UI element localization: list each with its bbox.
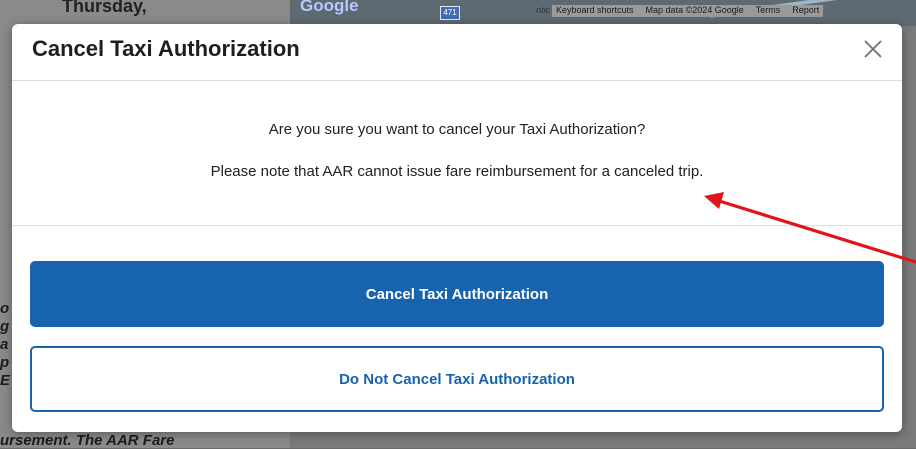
confirm-cancel-button[interactable]: Cancel Taxi Authorization <box>30 261 884 327</box>
dialog-body: Are you sure you want to cancel your Tax… <box>12 81 902 226</box>
confirmation-message: Are you sure you want to cancel your Tax… <box>268 121 646 138</box>
map-route-shield: 471 <box>440 6 460 20</box>
do-not-cancel-button[interactable]: Do Not Cancel Taxi Authorization <box>30 346 884 412</box>
map-data-label: Map data ©2024 Google <box>645 5 744 15</box>
background-bottom-text-fragment: ursement. The AAR Fare <box>0 432 175 449</box>
map-google-logo: Google <box>300 0 359 15</box>
map-keyboard-shortcuts-link[interactable]: Keyboard shortcuts <box>556 5 634 17</box>
reimbursement-note: Please note that AAR cannot issue fare r… <box>210 163 704 180</box>
cancel-taxi-authorization-dialog: Cancel Taxi Authorization Are you sure y… <box>12 24 902 432</box>
map-attribution: Keyboard shortcuts Map data ©2024 Google… <box>552 5 824 17</box>
map-attribution-prefix: ntic <box>536 5 551 15</box>
dialog-title: Cancel Taxi Authorization <box>32 36 300 61</box>
map-report-link[interactable]: Report <box>792 5 819 17</box>
close-icon <box>864 40 882 58</box>
dialog-header: Cancel Taxi Authorization <box>12 24 902 81</box>
close-button[interactable] <box>860 36 886 62</box>
map-terms-link[interactable]: Terms <box>756 5 781 17</box>
background-day-label: Thursday, <box>62 0 147 16</box>
